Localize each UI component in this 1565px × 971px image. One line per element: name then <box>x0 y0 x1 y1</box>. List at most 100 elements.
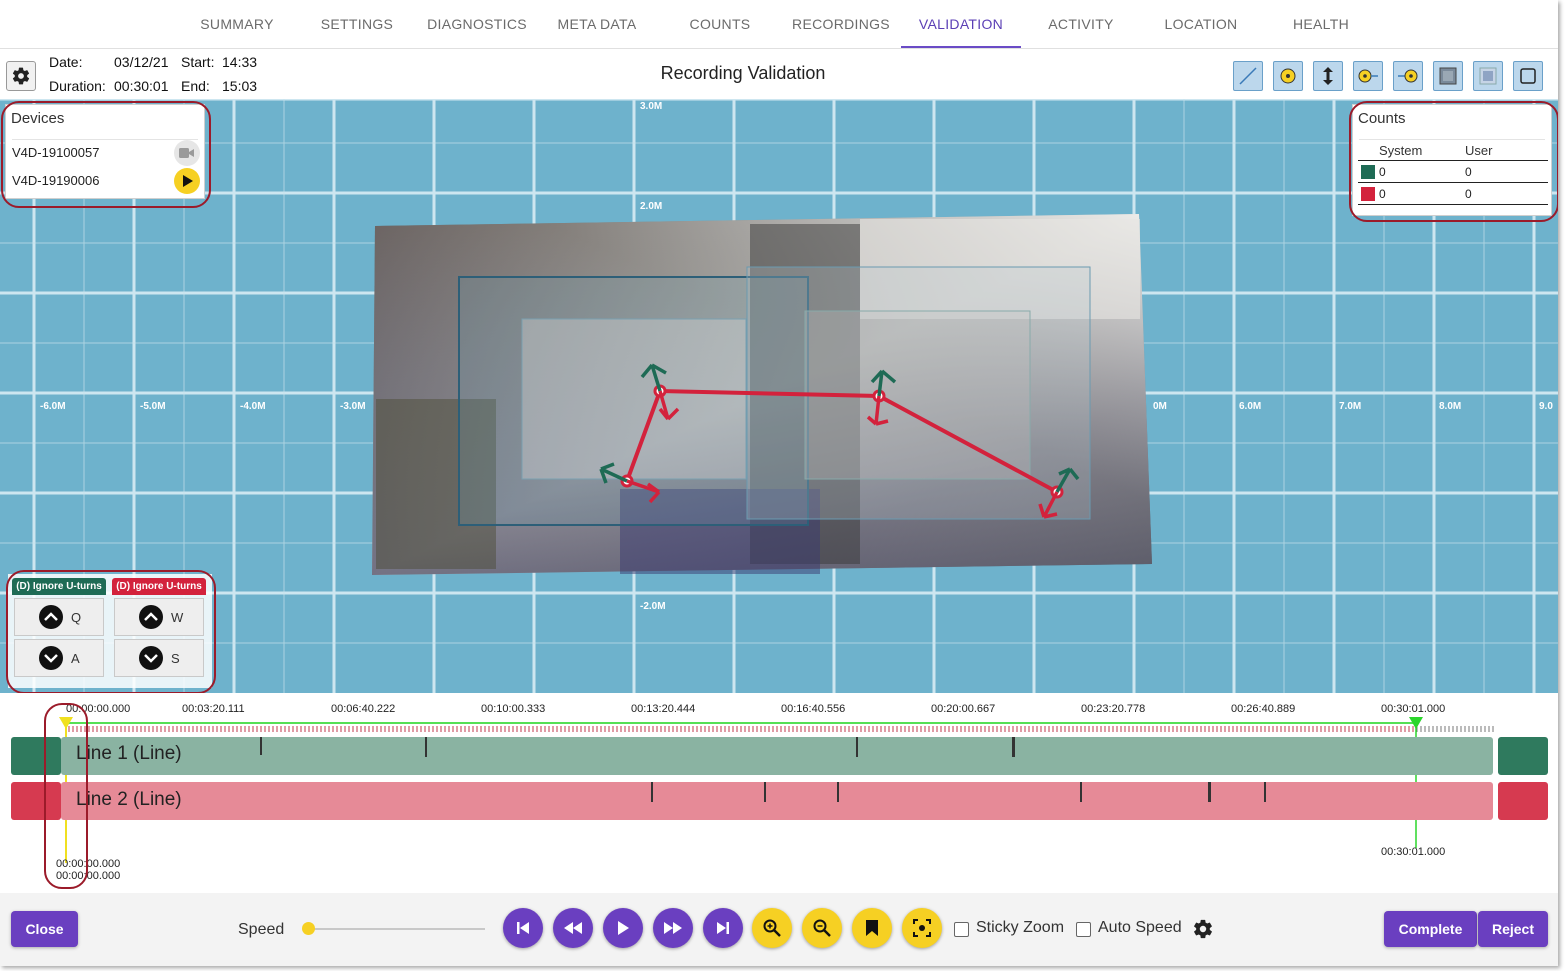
skip-end-button[interactable] <box>703 908 743 948</box>
auto-speed-checkbox[interactable] <box>1076 922 1091 937</box>
count-event-marker[interactable] <box>1208 782 1211 802</box>
validation-canvas[interactable]: -6.0M -5.0M -4.0M -3.0M 0M 6.0M 7.0M 8.0… <box>0 99 1558 693</box>
count-event-marker[interactable] <box>425 737 427 757</box>
square-frame-button[interactable] <box>1513 61 1543 91</box>
close-button[interactable]: Close <box>11 911 78 947</box>
vertical-arrow-button[interactable] <box>1313 61 1343 91</box>
axis-label-x: 6.0M <box>1239 401 1262 412</box>
line-tool-icon <box>1239 67 1257 85</box>
tab-summary[interactable]: SUMMARY <box>182 0 292 48</box>
settings-button[interactable] <box>6 61 36 91</box>
tab-counts-graph[interactable]: COUNTS GRAPH <box>662 0 778 80</box>
point-tool-icon <box>1280 68 1296 84</box>
speed-slider[interactable] <box>308 928 485 930</box>
tab-recordings[interactable]: RECORDINGS <box>786 0 896 48</box>
duration-value: 00:30:01 <box>114 78 169 94</box>
fast-forward-button[interactable] <box>653 908 693 948</box>
end-label: End: <box>181 78 210 94</box>
count-event-marker[interactable] <box>1264 782 1266 802</box>
validation-header: Date: 03/12/21 Start: 14:33 Duration: 00… <box>0 49 1558 99</box>
count-event-marker[interactable] <box>260 737 262 755</box>
page-title: Recording Validation <box>660 63 826 83</box>
speed-label: Speed <box>238 921 285 938</box>
devices-highlight <box>1 101 211 208</box>
end-marker-time: 00:30:01.000 <box>1381 846 1446 858</box>
tab-settings[interactable]: SETTINGS <box>302 0 412 48</box>
axis-label-x: -5.0M <box>140 401 166 412</box>
sticky-zoom-checkbox[interactable] <box>954 922 969 937</box>
point-right-button[interactable] <box>1393 61 1423 91</box>
axis-label-x: 8.0M <box>1439 401 1462 412</box>
bookmark-button[interactable] <box>852 908 892 948</box>
vertical-arrow-icon <box>1323 67 1333 85</box>
focus-icon <box>913 919 931 937</box>
skip-end-icon <box>717 922 729 934</box>
line-1-track[interactable]: Line 1 (Line) <box>61 737 1493 775</box>
count-event-marker[interactable] <box>651 782 653 802</box>
reject-button[interactable]: Reject <box>1478 911 1548 947</box>
focus-button[interactable] <box>902 908 942 948</box>
play-button[interactable] <box>603 908 643 948</box>
axis-label-y: 2.0M <box>640 201 663 212</box>
image-filter-button[interactable] <box>1433 61 1463 91</box>
line-1-label: Line 1 (Line) <box>76 743 182 764</box>
rewind-button[interactable] <box>553 908 593 948</box>
tab-location[interactable]: LOCATION <box>1146 0 1256 48</box>
axis-label-y: 3.0M <box>640 101 663 112</box>
metric-grid <box>0 99 1558 693</box>
axis-label-x: 0M <box>1153 401 1167 412</box>
auto-speed-label: Auto Speed <box>1098 919 1182 936</box>
tab-validation[interactable]: VALIDATION <box>901 0 1021 48</box>
tab-diagnostics[interactable]: DIAGNOSTICS <box>422 0 532 48</box>
tab-health[interactable]: HEALTH <box>1266 0 1376 48</box>
play-icon <box>618 921 629 935</box>
gear-icon <box>12 67 30 85</box>
line-tool-button[interactable] <box>1233 61 1263 91</box>
line-2-label: Line 2 (Line) <box>76 789 182 810</box>
point-tool-button[interactable] <box>1273 61 1303 91</box>
axis-label-y: -2.0M <box>640 601 666 612</box>
line-1-end-handle[interactable] <box>1498 737 1548 775</box>
axis-label-x: 9.0 <box>1539 401 1553 412</box>
image-blur-button[interactable] <box>1473 61 1503 91</box>
point-right-icon <box>1398 69 1418 83</box>
duration-label: Duration: <box>49 78 106 94</box>
bookmark-icon <box>866 920 878 936</box>
skip-start-icon <box>517 922 529 934</box>
gear-icon <box>1194 919 1212 939</box>
line-2-track[interactable]: Line 2 (Line) <box>61 782 1493 820</box>
point-left-button[interactable] <box>1353 61 1383 91</box>
point-left-icon <box>1358 69 1378 83</box>
end-value: 15:03 <box>222 78 258 94</box>
tab-meta-data[interactable]: META DATA <box>542 0 652 48</box>
timeline[interactable]: 00:00:00.000 00:03:20.111 00:06:40.222 0… <box>0 693 1558 893</box>
start-marker-highlight <box>44 703 88 889</box>
sticky-zoom-label: Sticky Zoom <box>976 919 1065 936</box>
count-event-marker[interactable] <box>1012 737 1015 757</box>
axis-label-x: -3.0M <box>340 401 366 412</box>
playback-settings-button[interactable] <box>1192 918 1214 945</box>
line-2-end-handle[interactable] <box>1498 782 1548 820</box>
zoom-out-icon <box>813 919 831 937</box>
speed-slider-thumb[interactable] <box>302 922 315 935</box>
counts-highlight <box>1349 101 1558 222</box>
count-event-marker[interactable] <box>764 782 766 802</box>
skip-start-button[interactable] <box>503 908 543 948</box>
count-event-marker[interactable] <box>1080 782 1082 802</box>
axis-label-x: -6.0M <box>40 401 66 412</box>
start-label: Start: <box>181 54 215 70</box>
zoom-out-button[interactable] <box>802 908 842 948</box>
start-value: 14:33 <box>222 54 258 70</box>
tab-activity[interactable]: ACTIVITY <box>1026 0 1136 48</box>
date-label: Date: <box>49 54 83 70</box>
count-event-marker[interactable] <box>856 737 858 757</box>
image-filter-icon <box>1439 67 1457 85</box>
date-value: 03/12/21 <box>114 54 169 70</box>
count-event-marker[interactable] <box>837 782 839 802</box>
axis-label-x: -4.0M <box>240 401 266 412</box>
square-frame-icon <box>1520 68 1536 84</box>
zoom-in-button[interactable] <box>752 908 792 948</box>
tab-bar: SUMMARY SETTINGS DIAGNOSTICS META DATA C… <box>0 0 1558 80</box>
rewind-icon <box>564 922 582 934</box>
complete-button[interactable]: Complete <box>1384 911 1477 947</box>
